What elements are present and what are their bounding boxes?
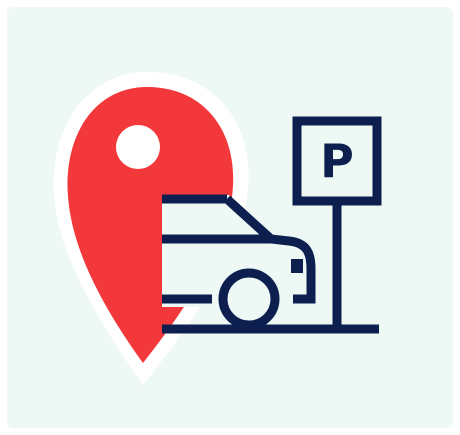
pin-hole [116,125,160,169]
parking-location-illustration: P [7,7,453,428]
headlight [291,259,303,273]
image-frame: P [0,0,460,435]
parking-sign-letter: P [320,134,354,188]
parking-location-icon: P [7,7,453,428]
